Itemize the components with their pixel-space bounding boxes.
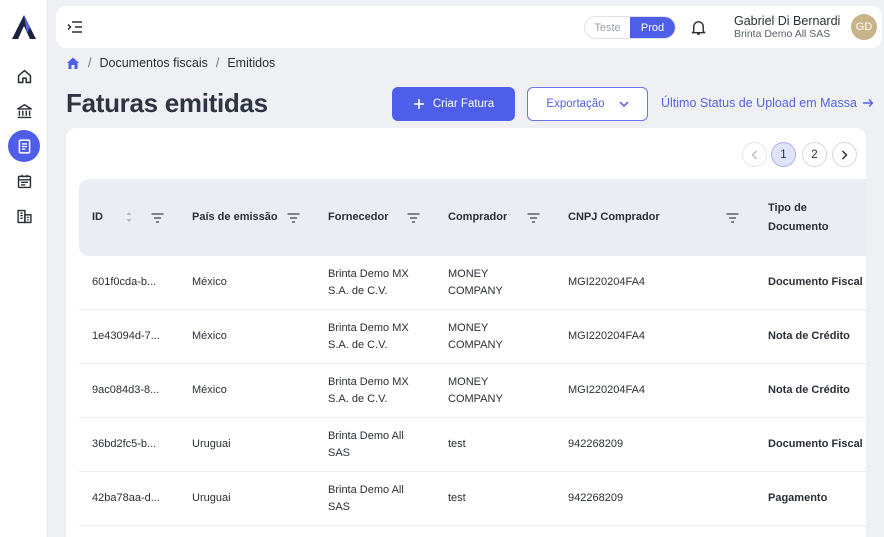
create-invoice-label: Criar Fatura <box>432 98 495 110</box>
cell-buyer: MONEY COMPANY <box>448 321 503 351</box>
sort-icon[interactable] <box>125 210 133 224</box>
env-option-test[interactable]: Teste <box>585 17 630 38</box>
cell-buyer: MONEY COMPANY <box>448 267 503 297</box>
table-row[interactable]: 36bd2fc5-b... Uruguai Brinta Demo All SAS… <box>79 418 866 472</box>
pagination-page-1[interactable]: 1 <box>771 142 796 167</box>
export-label: Exportação <box>546 98 605 110</box>
cell-document-type: Nota de Crédito <box>768 330 850 342</box>
cell-document-type: Nota de Crédito <box>768 384 850 396</box>
cell-buyer: test <box>448 438 466 450</box>
brinta-logo[interactable] <box>11 14 37 40</box>
export-button[interactable]: Exportação <box>527 87 648 121</box>
table-row[interactable]: 601f0cda-b... México Brinta Demo MX S.A. … <box>79 256 866 310</box>
breadcrumb-separator: / <box>215 56 220 70</box>
sidebar-item-invoices[interactable] <box>8 130 40 162</box>
table-row[interactable]: 9ac084d3-8... México Brinta Demo MX S.A. … <box>79 364 866 418</box>
cell-cnpj: MGI220204FA4 <box>568 276 646 288</box>
breadcrumb: / Documentos fiscais / Emitidos <box>66 56 275 70</box>
cell-id[interactable]: 1e43094d-7... <box>92 310 160 363</box>
column-header-id[interactable]: ID <box>92 179 103 256</box>
user-organization: Brinta Demo All SAS <box>734 28 831 40</box>
calendar-icon <box>17 174 31 188</box>
upload-status-label: Último Status de Upload em Massa <box>661 96 857 110</box>
breadcrumb-item-issued: Emitidos <box>227 56 276 70</box>
user-name: Gabriel Di Bernardi <box>734 14 841 28</box>
buildings-icon <box>16 209 32 223</box>
cell-country: México <box>192 330 227 342</box>
topbar: Teste Prod Gabriel Di Bernardi Brinta De… <box>56 6 882 48</box>
cell-country: Uruguai <box>192 492 231 504</box>
arrow-right-icon <box>862 99 874 107</box>
page-title: Faturas emitidas <box>66 88 268 118</box>
column-header-cnpj[interactable]: CNPJ Comprador <box>568 179 660 256</box>
column-header-buyer[interactable]: Comprador <box>448 179 507 256</box>
breadcrumb-separator: / <box>88 56 92 70</box>
filter-icon[interactable] <box>527 213 540 223</box>
cell-document-type: Pagamento <box>768 492 828 504</box>
cell-cnpj: 942268209 <box>568 492 624 504</box>
cell-supplier: Brinta Demo MX S.A. de C.V. <box>328 375 409 405</box>
cell-supplier: Brinta Demo MX S.A. de C.V. <box>328 321 409 351</box>
env-option-prod[interactable]: Prod <box>630 17 675 38</box>
column-header-supplier[interactable]: Fornecedor <box>328 179 389 256</box>
sidebar-item-calendar[interactable] <box>8 165 40 197</box>
invoice-icon <box>18 138 30 154</box>
table-header: ID País de emissão Fornecedor Comprador … <box>79 179 866 256</box>
plus-icon <box>413 99 424 109</box>
cell-country: México <box>192 384 227 396</box>
cell-country: Uruguai <box>192 438 231 450</box>
chevron-right-icon <box>841 149 848 160</box>
cell-document-type: Documento Fiscal <box>768 276 863 288</box>
sidebar <box>0 0 48 537</box>
pagination-next-button[interactable] <box>832 142 857 167</box>
bank-icon <box>16 103 32 118</box>
create-invoice-button[interactable]: Criar Fatura <box>392 87 515 121</box>
chevron-down-icon <box>619 100 629 107</box>
avatar[interactable]: GD <box>851 14 877 40</box>
breadcrumb-home-icon[interactable] <box>66 56 80 70</box>
breadcrumb-item-documents[interactable]: Documentos fiscais <box>99 56 207 70</box>
cell-id[interactable]: 42ba78aa-d... <box>92 472 160 525</box>
table-row[interactable]: 1e43094d-7... México Brinta Demo MX S.A. … <box>79 310 866 364</box>
upload-status-link[interactable]: Último Status de Upload em Massa <box>661 96 874 110</box>
filter-icon[interactable] <box>287 213 300 223</box>
table-row[interactable]: 42ba78aa-d... Uruguai Brinta Demo All SAS… <box>79 472 866 526</box>
cell-buyer: MONEY COMPANY <box>448 375 503 405</box>
cell-cnpj: MGI220204FA4 <box>568 384 646 396</box>
cell-supplier: Brinta Demo MX S.A. de C.V. <box>328 267 409 297</box>
sidebar-item-bank[interactable] <box>8 95 40 127</box>
chevron-left-icon <box>751 150 757 159</box>
sidebar-item-companies[interactable] <box>8 200 40 232</box>
cell-supplier: Brinta Demo All SAS <box>328 429 404 459</box>
environment-toggle[interactable]: Teste Prod <box>584 16 676 39</box>
notification-bell-icon[interactable] <box>690 19 707 36</box>
filter-icon[interactable] <box>407 213 420 223</box>
menu-collapse-icon[interactable] <box>66 18 84 36</box>
column-header-document-type[interactable]: Tipo de Documento <box>768 179 838 256</box>
filter-icon[interactable] <box>151 213 164 223</box>
cell-cnpj: MGI220204FA4 <box>568 330 646 342</box>
sidebar-item-home[interactable] <box>8 60 40 92</box>
cell-country: México <box>192 276 227 288</box>
cell-id[interactable]: 9ac084d3-8... <box>92 364 159 417</box>
column-header-country[interactable]: País de emissão <box>192 179 278 256</box>
filter-icon[interactable] <box>726 213 739 223</box>
cell-id[interactable]: 601f0cda-b... <box>92 256 156 309</box>
cell-document-type: Documento Fiscal <box>768 438 863 450</box>
invoices-card: 1 2 ID País de emissão Fornecedor Compra… <box>66 128 866 537</box>
cell-supplier: Brinta Demo All SAS <box>328 483 404 513</box>
pagination-page-2[interactable]: 2 <box>802 142 827 167</box>
cell-cnpj: 942268209 <box>568 438 624 450</box>
cell-buyer: test <box>448 492 466 504</box>
home-icon <box>17 69 31 83</box>
cell-id[interactable]: 36bd2fc5-b... <box>92 418 156 471</box>
pagination-prev-button[interactable] <box>742 142 767 167</box>
